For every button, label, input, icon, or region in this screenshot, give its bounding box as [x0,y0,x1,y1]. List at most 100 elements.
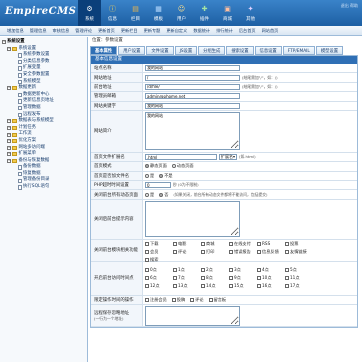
checkbox[interactable] [173,276,177,281]
sidebar-item[interactable]: − 数据表与系统模型 [2,118,85,125]
index-name-option[interactable]: 不是 [159,173,173,179]
checkbox[interactable] [285,241,289,246]
sidebar-item[interactable]: 系统模型 [2,79,85,86]
top-nav-item-2[interactable]: ▤ 栏目 [124,0,147,26]
checkbox[interactable] [229,268,233,273]
subnav-link-8[interactable]: 数据统计 [190,28,213,34]
sidebar-item[interactable]: − 优化方案 [2,138,85,145]
expand-toggle-icon[interactable]: − [7,152,11,157]
open-hours-option[interactable]: 13点 [173,283,198,289]
sidebar-item[interactable]: 管理数据 [2,105,85,112]
tab-3[interactable]: JS设置 [174,46,198,55]
checkbox[interactable] [145,284,149,289]
open-hours-option[interactable]: 0点 [145,267,170,273]
site-url-input[interactable] [145,74,240,81]
checkbox[interactable] [257,249,261,254]
sidebar-item[interactable]: − 备份与恢复数据 [2,158,85,165]
open-hours-option[interactable]: 17点 [285,283,310,289]
index-name-option[interactable]: 是 [145,173,154,179]
tab-2[interactable]: 文件设置 [146,46,174,55]
open-hours-option[interactable]: 7点 [173,275,198,281]
tab-6[interactable]: 信息设置 [254,46,282,55]
radio-button[interactable] [159,173,164,178]
expand-toggle-icon[interactable]: − [7,46,11,51]
expand-toggle-icon[interactable]: − [7,132,11,137]
sidebar-item[interactable]: 安全参数配置 [2,72,85,79]
top-links[interactable]: 退出 帮助 [341,3,358,9]
checkbox[interactable] [201,268,205,273]
index-file-select[interactable]: 扩展名 ▾ [219,154,238,161]
radio-button[interactable] [145,164,149,169]
open-hours-option[interactable]: 8点 [201,275,226,281]
sidebar-item[interactable]: 扩展变量 [2,65,85,72]
checkbox[interactable] [229,241,233,246]
tab-1[interactable]: 用户设置 [118,46,146,55]
top-nav-item-7[interactable]: ✦ 其他 [239,0,262,26]
checkbox[interactable] [145,249,149,254]
radio-button[interactable] [171,164,176,169]
sidebar-item[interactable]: 系统参数设置 [2,52,85,59]
open-hours-option[interactable]: 10点 [257,275,282,281]
checkbox[interactable] [171,297,176,302]
subnav-link-11[interactable]: 网站首页 [259,28,282,34]
sidebar-item[interactable]: − 工作流 [2,131,85,138]
top-nav-item-3[interactable]: ▦ 模板 [147,0,170,26]
checkbox[interactable] [201,241,205,246]
limit-ops-option[interactable]: 留言板 [208,297,226,303]
expand-toggle-icon[interactable]: − [7,158,11,163]
limit-ops-option[interactable]: 注册会员 [145,297,167,303]
subnav-link-0[interactable]: 增加信息 [4,28,27,34]
checkbox[interactable] [201,249,205,254]
close-modules-option[interactable]: 投票 [285,241,310,247]
description-textarea[interactable]: 我的网站 [145,111,240,150]
subnav-link-6[interactable]: 更新专题 [141,28,164,34]
checkbox[interactable] [145,276,149,281]
expand-toggle-icon[interactable]: − [7,86,11,91]
checkbox[interactable] [173,284,177,289]
open-hours-option[interactable]: 14点 [201,283,226,289]
tab-0[interactable]: 基本属性 [90,46,118,55]
checkbox[interactable] [201,276,205,281]
limit-ops-option[interactable]: 投稿 [171,297,185,303]
open-hours-option[interactable]: 11点 [285,275,310,281]
limit-ops-option[interactable]: 评论 [190,297,204,303]
close-modules-option[interactable]: 下载 [145,241,170,247]
close-modules-option[interactable]: 商城 [201,241,226,247]
expand-toggle-icon[interactable]: − [7,126,11,131]
checkbox[interactable] [145,297,149,302]
expand-toggle-icon[interactable]: − [7,145,11,150]
open-hours-option[interactable]: 12点 [145,283,170,289]
radio-button[interactable] [145,192,149,197]
checkbox[interactable] [201,284,205,289]
checkbox[interactable] [257,241,261,246]
subnav-link-1[interactable]: 管理信息 [27,28,50,34]
radio-button[interactable] [159,192,164,197]
subnav-link-3[interactable]: 管理评论 [72,28,95,34]
index-mode-option[interactable]: 动态页面 [171,163,194,169]
open-hours-option[interactable]: 16点 [257,283,282,289]
open-hours-option[interactable]: 3点 [229,267,254,273]
admin-path-input[interactable] [145,83,240,90]
checkbox[interactable] [285,276,289,281]
checkbox[interactable] [229,249,233,254]
checkbox[interactable] [208,297,213,302]
checkbox[interactable] [285,268,289,273]
close-tip-textarea[interactable] [145,200,240,237]
sidebar-item[interactable]: 分类信息参数 [2,59,85,66]
site-name-input[interactable] [145,65,240,72]
close-modules-option[interactable]: 评论 [173,249,198,255]
sidebar-item[interactable]: 执行SQL语句 [2,184,85,191]
close-modules-option[interactable]: RSS [257,241,282,247]
open-hours-option[interactable]: 1点 [173,267,198,273]
checkbox[interactable] [285,249,289,254]
checkbox[interactable] [257,268,261,273]
checkbox[interactable] [257,284,261,289]
top-nav-item-1[interactable]: ⓘ 信息 [101,0,124,26]
checkbox[interactable] [173,241,177,246]
checkbox[interactable] [190,297,195,302]
php-time-input[interactable] [145,182,171,189]
sidebar-item[interactable]: 更新信息页地址 [2,98,85,105]
close-modules-option[interactable]: 友情链接 [285,249,310,255]
checkbox[interactable] [229,276,233,281]
sidebar-item[interactable]: − 网站多访问端 [2,145,85,152]
